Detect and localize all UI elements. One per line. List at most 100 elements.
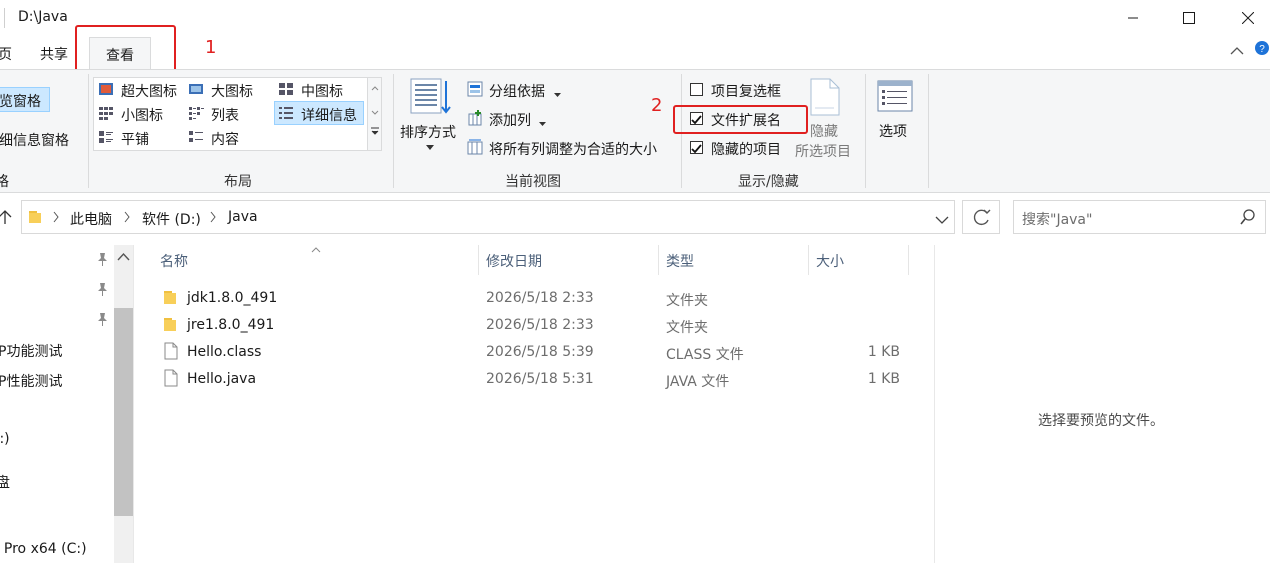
large-icons-icon <box>188 81 204 101</box>
column-divider[interactable] <box>808 245 809 275</box>
file-modified: 2026/5/18 5:39 <box>486 344 594 360</box>
file-type: 文件夹 <box>666 293 708 309</box>
tiles-option[interactable]: 平铺 <box>121 129 149 149</box>
tab-home-partial[interactable]: 页 <box>0 44 12 64</box>
callout-box-1 <box>75 25 176 73</box>
column-divider[interactable] <box>908 245 909 275</box>
minimize-button[interactable] <box>1105 0 1161 36</box>
medium-icons-icon <box>278 81 294 101</box>
column-header-modified[interactable]: 修改日期 <box>486 251 542 271</box>
details-icon <box>278 105 294 125</box>
nav-item-drive-c[interactable]: ) Pro x64 (C:) <box>0 541 87 557</box>
chevron-up-icon <box>1230 47 1244 55</box>
ribbon-tab-row <box>0 36 1270 69</box>
panes-group-label: 格 <box>0 174 9 190</box>
hidden-items-label: 隐藏的项目 <box>711 142 781 158</box>
collapse-ribbon-button[interactable] <box>1230 44 1244 60</box>
content-option[interactable]: 内容 <box>211 129 239 149</box>
chevron-right-icon[interactable] <box>52 211 60 227</box>
list-icon <box>188 105 204 125</box>
add-columns-icon <box>467 110 483 130</box>
file-name[interactable]: Hello.class <box>187 344 261 360</box>
maximize-button[interactable] <box>1161 0 1217 36</box>
address-history-button[interactable] <box>935 213 949 229</box>
size-all-columns-button[interactable]: 将所有列调整为合适的大小 <box>489 139 657 159</box>
hidden-items-checkbox[interactable] <box>690 141 703 154</box>
hide-selected-button[interactable]: 隐藏 <box>810 121 838 141</box>
nav-item-disk[interactable]: 盘 <box>0 472 10 492</box>
group-by-button[interactable]: 分组依据 <box>489 81 545 101</box>
size-columns-icon <box>467 139 483 159</box>
refresh-icon <box>973 209 991 226</box>
chevron-right-icon[interactable] <box>123 211 131 227</box>
file-type: 文件夹 <box>666 320 708 336</box>
current-view-group-label: 当前视图 <box>505 174 561 190</box>
add-columns-button[interactable]: 添加列 <box>489 110 531 130</box>
large-icons-option[interactable]: 大图标 <box>211 81 253 101</box>
close-icon <box>1242 12 1254 24</box>
breadcrumb-drive-d[interactable]: 软件 (D:) <box>142 209 201 229</box>
file-icon <box>164 342 178 364</box>
file-modified: 2026/5/18 2:33 <box>486 290 594 306</box>
file-size: 1 KB <box>867 371 900 387</box>
folder-icon <box>28 208 42 228</box>
list-option[interactable]: 列表 <box>211 105 239 125</box>
file-name[interactable]: Hello.java <box>187 371 256 387</box>
hide-selected-label: 所选项目 <box>795 144 851 160</box>
preview-divider[interactable] <box>934 245 935 563</box>
nav-item-performance-test[interactable]: P性能测试 <box>0 371 62 391</box>
up-button[interactable] <box>0 209 12 229</box>
title-separator <box>4 8 5 28</box>
group-by-icon <box>467 81 483 101</box>
nav-scrollbar-thumb[interactable] <box>114 308 133 516</box>
sort-by-dropdown-icon <box>426 139 434 155</box>
pin-icon <box>96 312 108 330</box>
options-button[interactable]: 选项 <box>879 121 907 141</box>
column-header-type[interactable]: 类型 <box>666 251 694 271</box>
file-type: JAVA 文件 <box>666 374 730 390</box>
column-divider[interactable] <box>478 245 479 275</box>
chevron-right-icon[interactable] <box>209 211 217 227</box>
scroll-up-button[interactable] <box>117 249 130 265</box>
item-checkboxes-checkbox[interactable] <box>690 83 703 96</box>
help-button[interactable]: ? <box>1254 40 1270 60</box>
medium-icons-option[interactable]: 中图标 <box>301 81 343 101</box>
callout-number-2: 2 <box>651 95 663 116</box>
breadcrumb-this-pc[interactable]: 此电脑 <box>70 209 112 229</box>
preview-message: 选择要预览的文件。 <box>1038 413 1164 429</box>
nav-item-functional-test[interactable]: P功能测试 <box>0 341 62 361</box>
column-header-size[interactable]: 大小 <box>816 251 844 271</box>
nav-divider <box>133 245 134 563</box>
details-pane-button[interactable]: 细信息窗格 <box>0 130 69 150</box>
search-icon[interactable] <box>1240 209 1256 229</box>
file-modified: 2026/5/18 5:31 <box>486 371 594 387</box>
tab-share[interactable]: 共享 <box>40 44 68 64</box>
search-input[interactable]: 搜索"Java" <box>1022 209 1092 229</box>
breadcrumb-java[interactable]: Java <box>228 209 258 225</box>
folder-icon <box>163 289 177 309</box>
item-checkboxes-label: 项目复选框 <box>711 84 781 100</box>
extra-large-icons-option[interactable]: 超大图标 <box>121 81 177 101</box>
file-name[interactable]: jdk1.8.0_491 <box>187 290 277 306</box>
refresh-button[interactable] <box>962 200 1000 234</box>
file-name[interactable]: jre1.8.0_491 <box>187 317 274 333</box>
folder-icon <box>163 316 177 336</box>
chevron-up-icon <box>117 252 130 261</box>
close-button[interactable] <box>1220 0 1270 36</box>
small-icons-option[interactable]: 小图标 <box>121 105 163 125</box>
pin-icon <box>96 282 108 300</box>
window-title: D:\Java <box>18 9 68 25</box>
small-icons-icon <box>98 105 114 125</box>
help-icon: ? <box>1255 41 1269 55</box>
preview-pane-label: 览窗格 <box>0 94 41 110</box>
group-by-dropdown-icon <box>554 87 562 103</box>
column-divider[interactable] <box>658 245 659 275</box>
nav-item-drive-d[interactable]: ):) <box>0 431 10 447</box>
chevron-down-icon <box>935 216 949 224</box>
layout-gallery-scroll[interactable] <box>367 78 381 150</box>
column-header-name[interactable]: 名称 <box>160 251 188 271</box>
svg-text:?: ? <box>1259 44 1265 55</box>
details-option-label: 详细信息 <box>301 108 357 124</box>
callout-number-1: 1 <box>205 37 217 58</box>
add-columns-dropdown-icon <box>539 116 547 132</box>
